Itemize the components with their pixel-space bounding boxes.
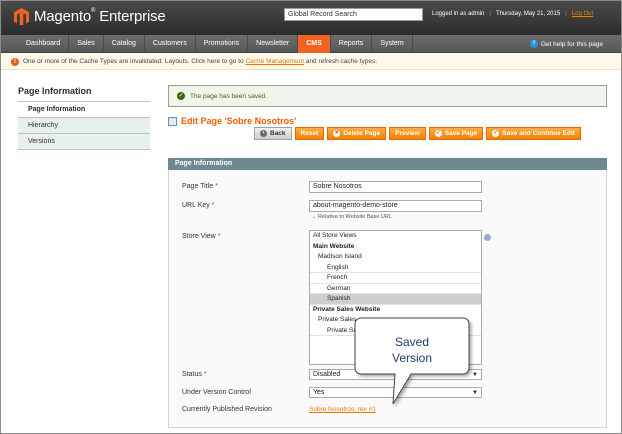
version-control-label: Under Version Control: [182, 389, 251, 396]
current-date: Thursday, May 21, 2015: [495, 11, 561, 17]
saved-version-callout: Saved Version: [354, 317, 470, 405]
main-nav: Dashboard Sales Catalog Customers Promotions…: [1, 35, 621, 53]
nav-menu: Dashboard Sales Catalog Customers Promotions…: [18, 35, 413, 53]
sidebar-tab-versions[interactable]: Versions: [18, 134, 150, 150]
status-label: Status *: [182, 371, 207, 378]
url-key-label: URL Key *: [182, 202, 215, 209]
help-icon: ?: [529, 40, 538, 48]
back-arrow-icon: ‹: [260, 130, 267, 137]
reset-button[interactable]: Reset: [294, 127, 325, 140]
store-view-label: Store View *: [182, 233, 221, 240]
url-key-hint: → Relative to Website Base URL: [311, 214, 392, 220]
logout-link[interactable]: Log Out: [572, 11, 593, 17]
magento-logo-icon: [14, 8, 29, 25]
nav-item-system[interactable]: System: [372, 35, 413, 53]
sidebar-tab-hierarchy[interactable]: Hierarchy: [18, 118, 150, 134]
success-text: The page has been saved.: [190, 92, 267, 100]
sidebar-tabs: Page Information Hierarchy Versions: [18, 101, 150, 150]
nav-item-dashboard[interactable]: Dashboard: [18, 35, 70, 53]
callout-line-1: Saved: [395, 335, 429, 349]
preview-button[interactable]: Preview: [389, 127, 426, 140]
published-revision-label: Currently Published Revision: [182, 406, 272, 413]
notice-text: One or more of the Cache Types are inval…: [23, 58, 244, 65]
cache-management-link[interactable]: Cache Management: [245, 58, 304, 65]
action-buttons: ‹ Back Reset × Delete Page Preview ✓ Sav…: [254, 127, 581, 140]
save-check-icon: ✓: [434, 130, 442, 137]
store-option[interactable]: Madison Island: [310, 252, 481, 263]
nav-item-sales[interactable]: Sales: [69, 35, 104, 53]
admin-header: Magento® Enterprise Global Record Search…: [1, 1, 621, 35]
url-key-input[interactable]: about-magento-demo-store: [309, 200, 482, 212]
admin-window: Magento® Enterprise Global Record Search…: [0, 0, 622, 434]
nav-item-reports[interactable]: Reports: [331, 35, 373, 53]
page-icon: [168, 116, 177, 126]
cache-notice: ! One or more of the Cache Types are inv…: [1, 54, 621, 70]
check-icon: ✓: [177, 92, 185, 100]
store-option[interactable]: All Store Views: [310, 231, 481, 242]
notice-text-end: and refresh cache types.: [305, 58, 378, 65]
separator: |: [489, 11, 491, 17]
scope-globe-icon: [484, 234, 491, 241]
callout-line-2: Version: [392, 351, 432, 365]
global-search-input[interactable]: Global Record Search: [284, 8, 423, 21]
nav-item-promotions[interactable]: Promotions: [196, 35, 249, 53]
separator: |: [565, 11, 567, 17]
delete-page-button[interactable]: × Delete Page: [327, 127, 387, 140]
page-title-input[interactable]: Sobre Nosotros: [309, 181, 482, 193]
nav-item-customers[interactable]: Customers: [145, 35, 196, 53]
store-option[interactable]: German: [310, 284, 481, 294]
magento-logo[interactable]: Magento® Enterprise: [14, 8, 166, 25]
section-header: Page Information: [168, 158, 607, 170]
delete-icon: ×: [333, 130, 341, 137]
store-option[interactable]: English: [310, 263, 481, 273]
logged-in-text: Logged in as admin: [432, 11, 485, 17]
store-option[interactable]: Spanish: [310, 294, 481, 305]
help-link[interactable]: ? Get help for this page: [529, 40, 603, 48]
store-option[interactable]: Private Sales Website: [310, 305, 481, 316]
nav-item-newsletter[interactable]: Newsletter: [248, 35, 299, 53]
sidebar-title: Page Information: [18, 86, 92, 96]
page-title-label: Page Title *: [182, 183, 218, 190]
success-message: ✓ The page has been saved.: [168, 85, 607, 107]
save-continue-button[interactable]: ✓ Save and Continue Edit: [486, 127, 581, 140]
logo-text: Magento: [34, 8, 91, 25]
back-button[interactable]: ‹ Back: [254, 127, 292, 140]
help-label: Get help for this page: [540, 40, 603, 48]
sidebar-tab-page-information[interactable]: Page Information: [18, 102, 150, 118]
page-heading: Edit Page 'Sobre Nosotros': [168, 116, 296, 126]
save-page-button[interactable]: ✓ Save Page: [428, 127, 484, 140]
logo-edition: Enterprise: [99, 8, 166, 25]
page-title: Edit Page 'Sobre Nosotros': [181, 116, 297, 126]
store-option[interactable]: French: [310, 273, 481, 284]
user-bar: Logged in as admin | Thursday, May 21, 2…: [432, 11, 593, 17]
store-option[interactable]: Main Website: [310, 242, 481, 253]
nav-item-catalog[interactable]: Catalog: [104, 35, 145, 53]
nav-item-cms[interactable]: CMS: [298, 35, 331, 53]
warning-icon: !: [11, 57, 19, 66]
save-continue-icon: ✓: [492, 130, 500, 137]
